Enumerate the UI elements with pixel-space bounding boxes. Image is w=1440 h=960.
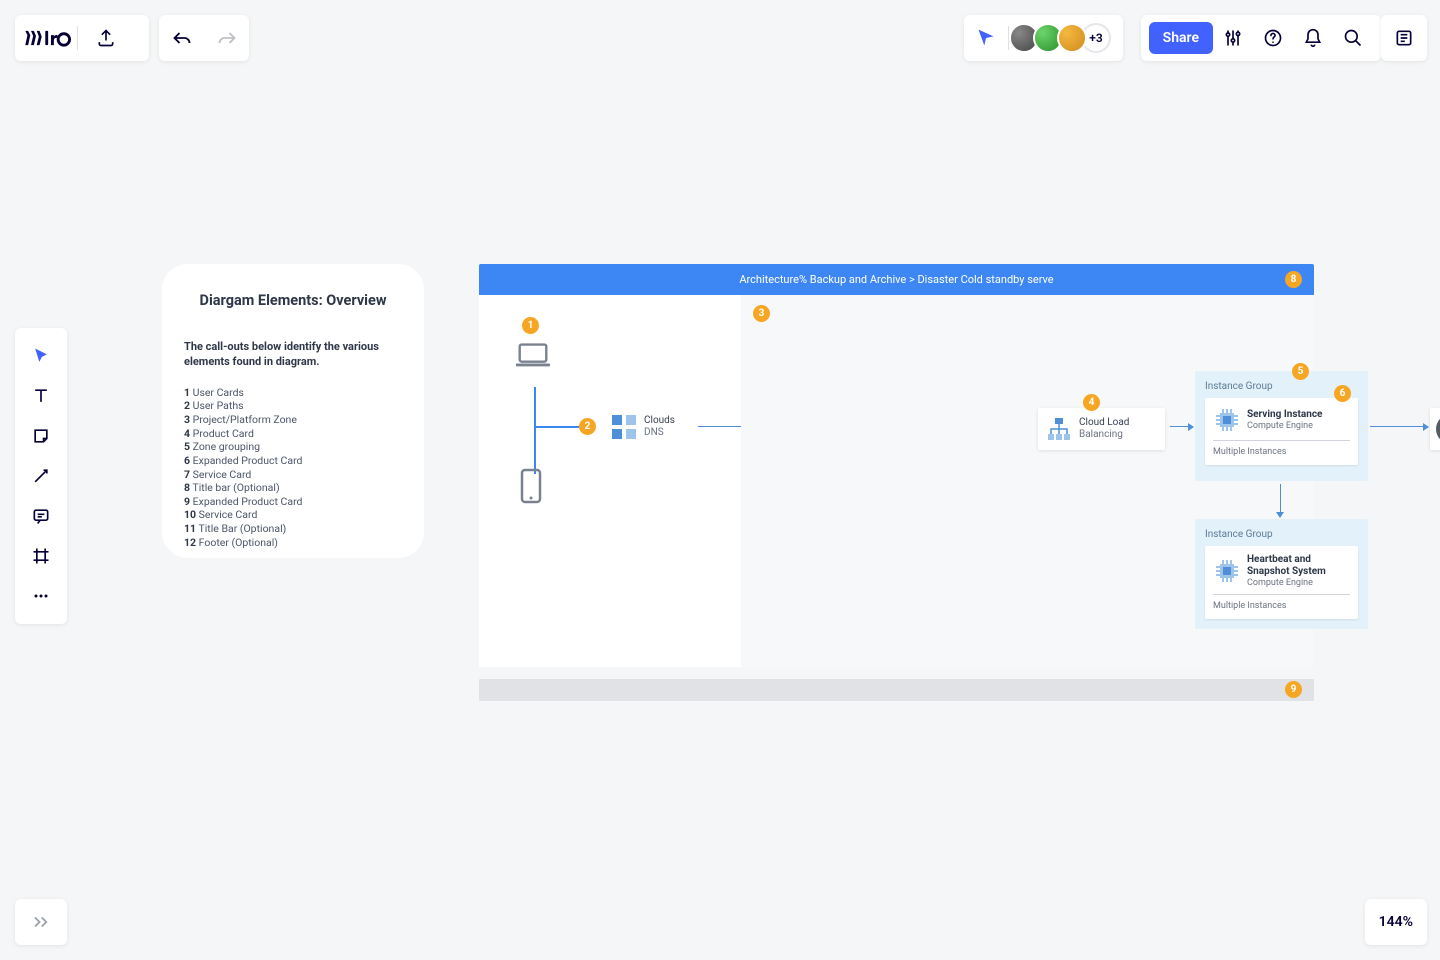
frame-tool[interactable] [21,536,61,576]
settings-button[interactable] [1213,18,1253,58]
legend-title: Diargam Elements: Overview [184,292,402,309]
instance-group-label: Instance Group [1205,529,1358,540]
redo-button[interactable] [207,18,247,58]
callout-badge: 5 [1292,363,1309,380]
arrow [1280,484,1281,517]
heartbeat-card: Heartbeat and Snapshot SystemCompute Eng… [1205,546,1358,619]
phone-icon [516,467,546,511]
disk-icon [1436,414,1440,444]
diagram-titlebar: Architecture% Backup and Archive > Disas… [479,264,1314,295]
help-button[interactable] [1253,18,1293,58]
sticky-note-tool[interactable] [21,416,61,456]
arrow [1170,426,1193,427]
dns-card: CloudsDNS [609,412,675,442]
callout-badge: 4 [1083,394,1100,411]
lb-icon [1044,414,1074,444]
notifications-button[interactable] [1293,18,1333,58]
left-toolbar [15,328,67,624]
collaborators-panel: +3 [964,15,1123,61]
callout-badge: 9 [1285,681,1302,698]
user-path [534,387,536,474]
share-button[interactable]: Share [1149,22,1213,54]
callout-badge: 6 [1334,385,1351,402]
legend-subtitle: The call-outs below identify the various… [184,339,402,370]
compute-engine-icon [1213,406,1241,434]
topbar-actions: Share [1141,15,1381,61]
miro-logo[interactable] [15,28,77,48]
compute-engine-icon [1213,557,1241,585]
arrow [1370,426,1428,427]
side-panel-toggle[interactable] [1381,15,1427,61]
callout-badge: 8 [1285,271,1302,288]
snapshot-card: PersistentDisk Snapshot [1430,408,1440,450]
dns-icon [609,412,639,442]
search-button[interactable] [1333,18,1373,58]
diagram-title: Architecture% Backup and Archive > Disas… [739,273,1053,286]
callout-badge: 1 [522,317,539,334]
instance-group-heartbeat: Instance Group Heartbeat and Snapshot Sy… [1195,519,1368,629]
callout-badge: 2 [579,418,596,435]
callout-badge: 3 [753,305,770,322]
presence-cursor-icon[interactable] [976,28,996,48]
architecture-diagram[interactable]: Architecture% Backup and Archive > Disas… [479,264,1314,701]
diagram-body: 1 2 CloudsDNS 3 [479,295,1314,667]
select-tool[interactable] [21,336,61,376]
more-tools[interactable] [21,576,61,616]
serving-instance-card: Serving InstanceCompute Engine Multiple … [1205,398,1358,465]
platform-zone: 3 Cloud LoadBalancing 4 Instance Group S… [741,295,1314,667]
user-zone: 1 2 CloudsDNS [479,295,741,667]
undo-button[interactable] [162,18,202,58]
laptop-icon [514,340,552,374]
undo-redo-group [159,15,249,61]
legend-card[interactable]: Diargam Elements: Overview The call-outs… [162,264,424,558]
toolbar-expand-button[interactable] [15,899,67,945]
line-tool[interactable] [21,456,61,496]
topbar-logo-group [15,15,149,61]
zoom-indicator[interactable]: 144% [1365,899,1427,945]
comment-tool[interactable] [21,496,61,536]
collaborator-avatar[interactable] [1057,23,1087,53]
load-balancer-card: Cloud LoadBalancing [1038,408,1165,450]
legend-list: 1 User Cards 2 User Paths 3 Project/Plat… [184,386,402,549]
diagram-footer: 9 [479,679,1314,701]
text-tool[interactable] [21,376,61,416]
export-button[interactable] [78,28,134,48]
